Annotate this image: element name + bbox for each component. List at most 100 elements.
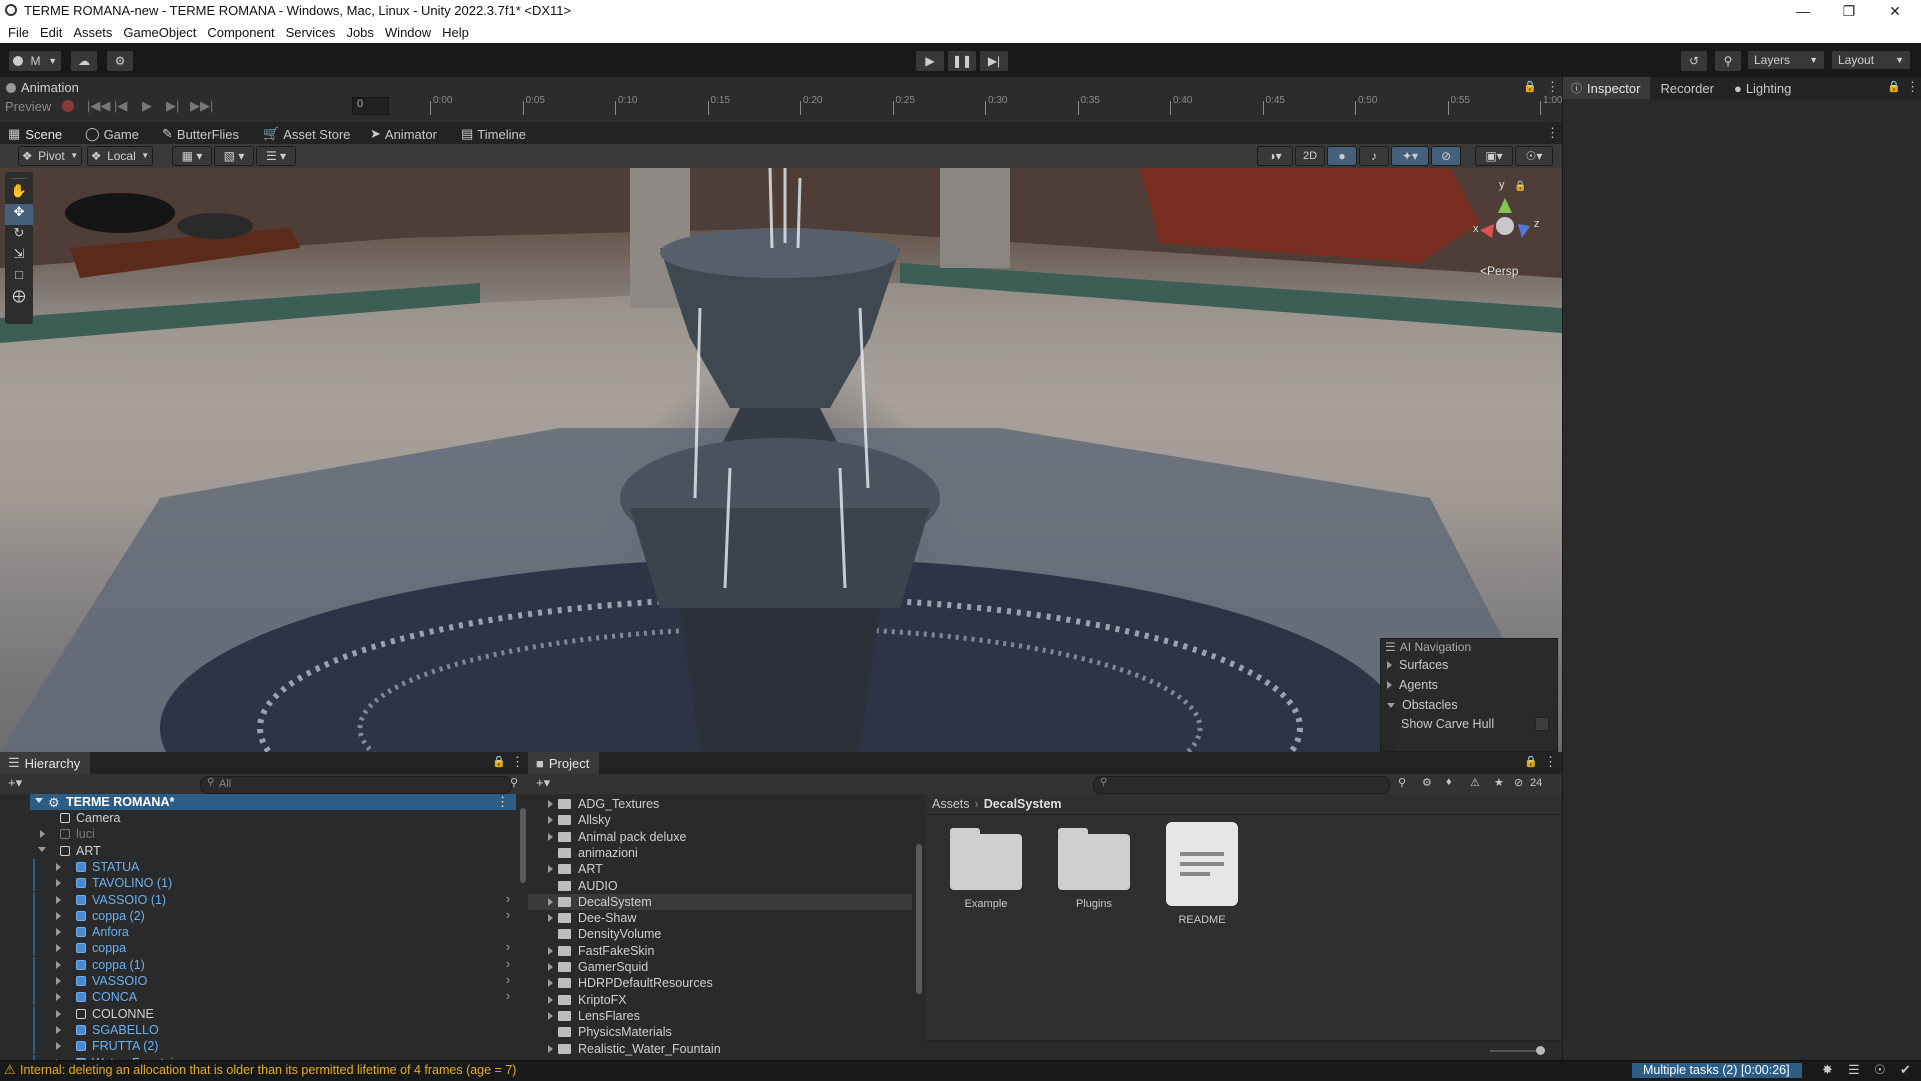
lock-icon[interactable]: 🔒 [1887,80,1901,93]
hierarchy-item[interactable]: ART [0,843,520,859]
warning-icon[interactable]: ⚠ [1470,776,1480,789]
menu-file[interactable]: File [8,25,29,40]
network-icon[interactable]: ☉ [1874,1062,1886,1078]
project-folder-item[interactable]: Animal pack deluxe [528,829,912,845]
menu-help[interactable]: Help [442,25,469,40]
project-folder-item[interactable]: ART [528,861,912,877]
label-icon[interactable]: ♦ [1446,776,1452,788]
tab-scene[interactable]: ▦Scene [8,126,62,142]
move-tool[interactable]: ✥ [5,204,33,225]
project-folder-item[interactable]: animazioni [528,845,912,861]
layout-dropdown[interactable]: Layout▼ [1831,50,1911,70]
project-folder-item[interactable]: DensityVolume [528,926,912,942]
chevron-down-icon[interactable] [38,847,46,852]
account-button[interactable]: M ▼ [8,50,62,72]
project-folder-item[interactable]: Allsky [528,812,912,828]
chevron-right-icon[interactable] [56,1010,61,1018]
cloud-button[interactable]: ☁ [70,50,98,72]
step-button[interactable]: ▶| [979,50,1009,72]
menu-edit[interactable]: Edit [40,25,62,40]
chevron-right-icon[interactable] [548,996,553,1004]
more-menu-icon[interactable]: ⋮ [1544,754,1557,770]
menu-gameobject[interactable]: GameObject [123,25,196,40]
asset-example[interactable]: Example [946,824,1026,910]
tab-inspector[interactable]: ⓘInspector [1563,77,1650,99]
gizmos-dropdown[interactable]: ☉▾ [1515,146,1553,166]
ai-nav-agents[interactable]: Agents [1381,675,1557,695]
hierarchy-item[interactable]: coppa› [0,940,520,956]
project-folder-item[interactable]: PhysicsMaterials [528,1024,912,1040]
open-prefab-icon[interactable]: › [506,892,510,906]
hierarchy-item[interactable]: luci [0,826,520,842]
open-prefab-icon[interactable]: › [506,940,510,954]
hierarchy-item[interactable]: SGABELLO [0,1022,520,1038]
chevron-right-icon[interactable] [56,912,61,920]
breadcrumb-assets[interactable]: Assets [932,797,970,811]
lock-icon[interactable]: 🔒 [1523,80,1537,93]
checkmark-icon[interactable]: ✔ [1900,1062,1911,1078]
rotate-tool[interactable]: ↻ [5,225,33,246]
hierarchy-item[interactable]: Camera [0,810,520,826]
project-folder-item[interactable]: GamerSquid [528,959,912,975]
icon-size-slider-thumb[interactable] [1536,1046,1545,1055]
star-icon[interactable]: ★ [1494,776,1504,789]
menu-window[interactable]: Window [385,25,431,40]
lock-icon[interactable]: 🔒 [1524,755,1538,768]
show-carve-hull-checkbox[interactable] [1535,717,1549,731]
chevron-right-icon[interactable] [56,928,61,936]
hierarchy-item[interactable]: FRUTTA (2) [0,1038,520,1054]
more-menu-icon[interactable]: ⋮ [496,794,509,810]
play-button[interactable]: ▶ [915,50,945,72]
project-search-input[interactable]: ⚲ [1093,776,1390,794]
chevron-right-icon[interactable] [548,947,553,955]
audio-toggle[interactable]: ♪ [1359,146,1389,166]
chevron-right-icon[interactable] [548,914,553,922]
minimize-icon[interactable]: — [1780,0,1826,22]
project-folder-item[interactable]: DecalSystem [528,894,912,910]
chevron-right-icon[interactable] [56,993,61,1001]
lock-icon[interactable]: 🔒 [492,755,506,768]
breadcrumb-current[interactable]: DecalSystem [984,797,1062,811]
cache-icon[interactable]: ☰ [1848,1062,1860,1078]
status-message[interactable]: Internal: deleting an allocation that is… [20,1063,516,1077]
hierarchy-item[interactable]: STATUA [0,859,520,875]
chevron-right-icon[interactable] [56,961,61,969]
chevron-right-icon[interactable] [548,1012,553,1020]
mode-2d-button[interactable]: 2D [1295,146,1325,166]
chevron-right-icon[interactable] [56,879,61,887]
open-prefab-icon[interactable]: › [506,957,510,971]
ai-nav-obstacles[interactable]: Obstacles [1381,695,1557,715]
hand-tool[interactable]: ✋ [5,183,33,204]
ai-nav-surfaces[interactable]: Surfaces [1381,655,1557,675]
lock-icon[interactable]: 🔒 [1514,181,1526,192]
chevron-right-icon[interactable] [56,977,61,985]
hierarchy-scrollbar[interactable] [518,794,528,1060]
next-key-icon[interactable]: ▶| [166,98,179,114]
chevron-right-icon[interactable] [40,830,45,838]
prev-key-icon[interactable]: |◀ [114,98,127,114]
chevron-right-icon[interactable] [548,898,553,906]
play-icon[interactable]: ▶ [142,98,152,114]
chevron-right-icon[interactable] [548,865,553,873]
project-folder-item[interactable]: ADG_Textures [528,796,912,812]
search-options-icon[interactable]: ⚲ [1398,776,1406,789]
more-menu-icon[interactable]: ⋮ [1906,79,1919,95]
add-icon[interactable]: +▾ [8,775,22,791]
maximize-icon[interactable]: ❐ [1826,0,1872,22]
close-icon[interactable]: ✕ [1872,0,1918,22]
project-folder-item[interactable]: Dee-Shaw [528,910,912,926]
chevron-right-icon[interactable] [548,833,553,841]
open-prefab-icon[interactable]: › [506,973,510,987]
hierarchy-item[interactable]: TAVOLINO (1) [0,875,520,891]
chevron-right-icon[interactable] [56,944,61,952]
gizmo-center[interactable] [1496,217,1514,235]
chevron-right-icon[interactable] [56,863,61,871]
icon-size-slider[interactable] [1490,1050,1540,1052]
persp-label[interactable]: <Persp [1480,264,1518,278]
filter-type-icon[interactable]: ⚙ [1422,776,1432,789]
add-icon[interactable]: +▾ [536,775,550,791]
collab-button[interactable]: ⚙ [106,50,134,72]
tab-hierarchy[interactable]: ☰Hierarchy [0,752,90,774]
first-key-icon[interactable]: |◀◀ [87,98,110,114]
tab-recorder[interactable]: Recorder [1650,81,1723,96]
